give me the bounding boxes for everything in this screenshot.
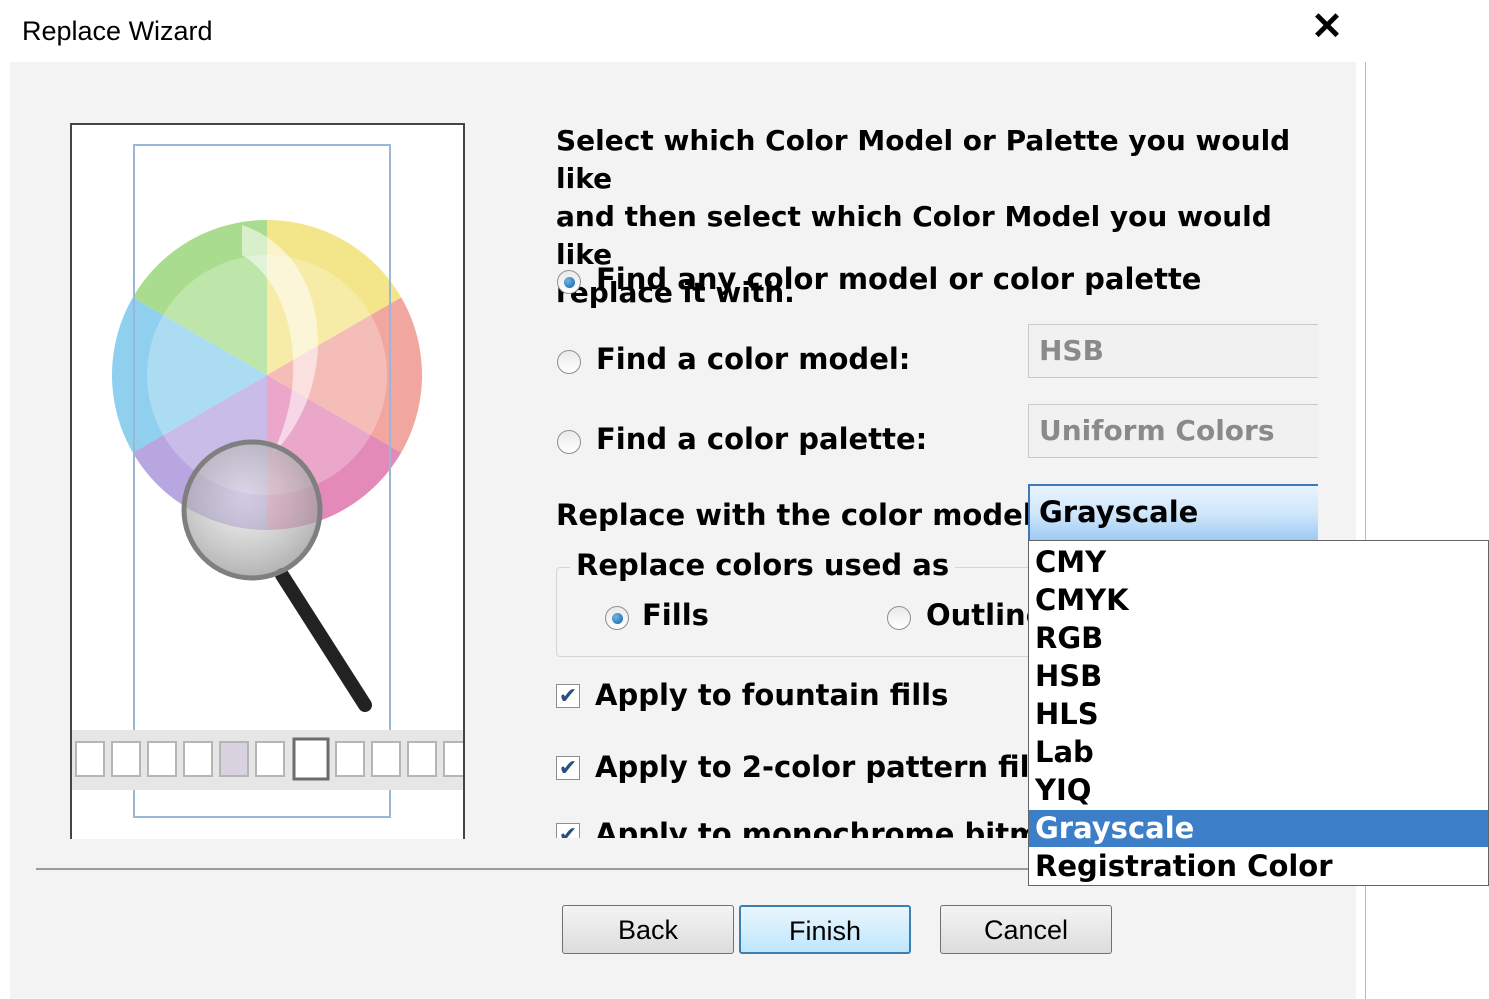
dropdown-option-lab[interactable]: Lab bbox=[1029, 734, 1488, 771]
find-any-radio[interactable] bbox=[557, 270, 581, 294]
find-any-label: Find any color model or color palette bbox=[596, 262, 1202, 296]
find-color-palette-label: Find a color palette: bbox=[596, 422, 928, 456]
find-color-model-label: Find a color model: bbox=[596, 342, 911, 376]
cancel-button[interactable]: Cancel bbox=[940, 905, 1112, 954]
dropdown-option-hsb[interactable]: HSB bbox=[1029, 658, 1488, 695]
dropdown-option-cmy[interactable]: CMY bbox=[1029, 544, 1488, 581]
close-button[interactable]: ✕ bbox=[1300, 4, 1354, 52]
title-bar: Replace Wizard ✕ bbox=[0, 0, 1366, 62]
fountain-fills-label: Apply to fountain fills bbox=[595, 678, 949, 712]
find-color-model-radio[interactable] bbox=[557, 350, 581, 374]
magnifier-icon bbox=[181, 439, 323, 581]
wizard-illustration bbox=[70, 123, 465, 839]
dropdown-option-registration-color[interactable]: Registration Color bbox=[1029, 848, 1488, 885]
dropdown-option-rgb[interactable]: RGB bbox=[1029, 620, 1488, 657]
back-button[interactable]: Back bbox=[562, 905, 734, 954]
dropdown-option-hls[interactable]: HLS bbox=[1029, 696, 1488, 733]
pattern-fills-checkbox[interactable]: ✔ bbox=[556, 756, 580, 780]
fountain-fills-checkbox[interactable]: ✔ bbox=[556, 684, 580, 708]
replace-colors-legend: Replace colors used as bbox=[570, 548, 956, 582]
color-model-field[interactable]: HSB bbox=[1028, 324, 1318, 378]
dropdown-option-yiq[interactable]: YIQ bbox=[1029, 772, 1488, 809]
window-title: Replace Wizard bbox=[22, 16, 213, 46]
fills-label: Fills bbox=[642, 598, 709, 632]
color-model-dropdown-list: CMY CMYK RGB HSB HLS Lab YIQ Grayscale R… bbox=[1028, 540, 1489, 886]
pattern-fills-label: Apply to 2-color pattern fills bbox=[595, 750, 1057, 784]
scroll-clip bbox=[550, 838, 1040, 868]
fills-radio[interactable] bbox=[605, 606, 629, 630]
outline-radio[interactable] bbox=[887, 606, 911, 630]
find-color-palette-radio[interactable] bbox=[557, 430, 581, 454]
dropdown-option-grayscale[interactable]: Grayscale bbox=[1029, 810, 1488, 847]
dropdown-option-cmyk[interactable]: CMYK bbox=[1029, 582, 1488, 619]
replace-with-label: Replace with the color model: bbox=[556, 498, 1045, 532]
replace-color-model-combo[interactable]: Grayscale bbox=[1028, 484, 1318, 542]
finish-button[interactable]: Finish bbox=[739, 905, 911, 954]
color-palette-field[interactable]: Uniform Colors bbox=[1028, 404, 1318, 458]
color-wheel-magnifier-illustration bbox=[72, 144, 463, 818]
